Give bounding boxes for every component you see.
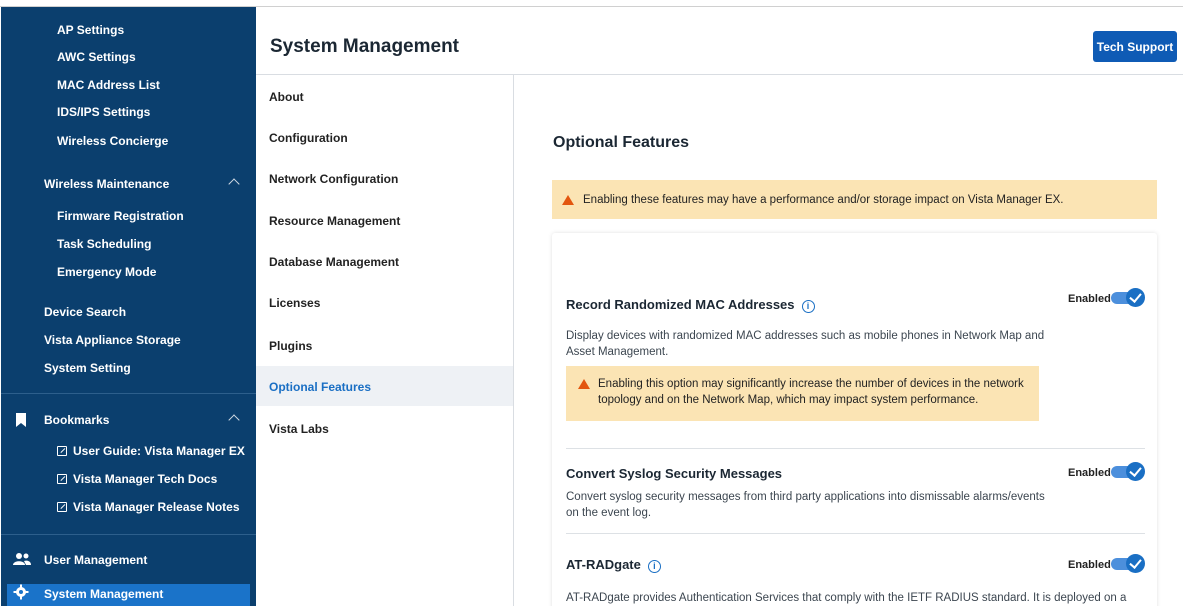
subnav-item-plugins[interactable]: Plugins [269, 339, 312, 353]
subnav-item-about[interactable]: About [269, 90, 304, 104]
tech-support-button[interactable]: Tech Support [1093, 31, 1177, 62]
feature-title-randomized-mac: Record Randomized MAC Addresses i [566, 297, 815, 313]
performance-warning-banner: Enabling these features may have a perfo… [552, 180, 1157, 219]
feature-description: AT-RADgate provides Authentication Servi… [566, 592, 1127, 604]
feature-status-label: Enabled [1068, 293, 1111, 305]
check-icon [1126, 462, 1145, 481]
bookmark-link-user-guide[interactable]: User Guide: Vista Manager EX [57, 444, 245, 458]
bookmark-label: Vista Manager Release Notes [73, 500, 240, 514]
bookmark-label: Vista Manager Tech Docs [73, 472, 218, 486]
sidebar-section-wireless-maintenance[interactable]: Wireless Maintenance [44, 177, 169, 191]
sidebar-item-wireless-concierge[interactable]: Wireless Concierge [57, 134, 168, 148]
feature-title-text: AT-RADgate [566, 557, 641, 572]
feature-warning-box: Enabling this option may significantly i… [566, 366, 1039, 421]
syslog-toggle[interactable] [1111, 462, 1145, 481]
settings-subnav: About Configuration Network Configuratio… [256, 75, 514, 606]
feature-title-syslog: Convert Syslog Security Messages [566, 466, 783, 481]
bookmark-link-release-notes[interactable]: Vista Manager Release Notes [57, 500, 240, 514]
warning-icon [562, 194, 574, 205]
sidebar-divider [1, 393, 256, 394]
sidebar-item-ids-ips-settings[interactable]: IDS/IPS Settings [57, 105, 150, 119]
sidebar-item-device-search[interactable]: Device Search [44, 305, 126, 319]
bookmark-link-tech-docs[interactable]: Vista Manager Tech Docs [57, 472, 217, 486]
check-icon [1126, 288, 1145, 307]
feature-divider [566, 533, 1145, 534]
subnav-item-database-management[interactable]: Database Management [269, 255, 399, 269]
feature-description: Convert syslog security messages from th… [566, 491, 1045, 519]
feature-warning-text: Enabling this option may significantly i… [598, 378, 1024, 406]
sidebar-divider [1, 534, 256, 535]
sidebar-item-awc-settings[interactable]: AWC Settings [57, 50, 136, 64]
subnav-item-resource-management[interactable]: Resource Management [269, 214, 400, 228]
sidebar-item-vista-appliance-storage[interactable]: Vista Appliance Storage [44, 333, 181, 347]
gear-icon [13, 584, 29, 600]
section-title: Optional Features [553, 134, 690, 151]
feature-title-at-radgate: AT-RADgate i [566, 557, 661, 573]
subnav-item-licenses[interactable]: Licenses [269, 296, 320, 310]
feature-title-text: Record Randomized MAC Addresses [566, 297, 795, 312]
randomized-mac-toggle[interactable] [1111, 288, 1145, 307]
sidebar-item-label: System Management [44, 587, 164, 601]
sidebar: AP Settings AWC Settings MAC Address Lis… [1, 7, 256, 606]
info-icon[interactable]: i [647, 560, 661, 573]
users-icon [13, 553, 31, 565]
sidebar-item-ap-settings[interactable]: AP Settings [57, 23, 124, 37]
warning-text: Enabling these features may have a perfo… [583, 193, 1064, 206]
sidebar-item-system-setting[interactable]: System Setting [44, 361, 131, 375]
feature-divider [566, 448, 1145, 449]
sidebar-item-mac-address-list[interactable]: MAC Address List [57, 78, 160, 92]
chevron-up-icon[interactable] [228, 178, 240, 190]
info-icon[interactable]: i [801, 300, 815, 313]
bookmark-icon [16, 413, 26, 427]
subnav-item-vista-labs[interactable]: Vista Labs [269, 422, 329, 436]
bookmark-label: User Guide: Vista Manager EX [73, 444, 245, 458]
external-link-icon [57, 502, 67, 512]
page-title: System Management [270, 36, 460, 57]
sidebar-item-task-scheduling[interactable]: Task Scheduling [57, 237, 151, 251]
at-radgate-toggle[interactable] [1111, 554, 1145, 573]
sidebar-section-bookmarks[interactable]: Bookmarks [44, 413, 109, 427]
subnav-item-network-configuration[interactable]: Network Configuration [269, 172, 398, 186]
sidebar-item-firmware-registration[interactable]: Firmware Registration [57, 209, 184, 223]
subnav-item-optional-features[interactable]: Optional Features [269, 380, 371, 394]
feature-status-label: Enabled [1068, 559, 1111, 571]
external-link-icon [57, 446, 67, 456]
warning-icon [578, 379, 590, 389]
subnav-item-configuration[interactable]: Configuration [269, 131, 348, 145]
feature-status-label: Enabled [1068, 467, 1111, 479]
sidebar-item-user-management[interactable]: User Management [44, 553, 147, 567]
check-icon [1126, 554, 1145, 573]
sidebar-item-emergency-mode[interactable]: Emergency Mode [57, 265, 156, 279]
external-link-icon [57, 474, 67, 484]
chevron-up-icon[interactable] [228, 414, 240, 426]
top-strip [0, 0, 1183, 7]
feature-description: Display devices with randomized MAC addr… [566, 330, 1045, 358]
